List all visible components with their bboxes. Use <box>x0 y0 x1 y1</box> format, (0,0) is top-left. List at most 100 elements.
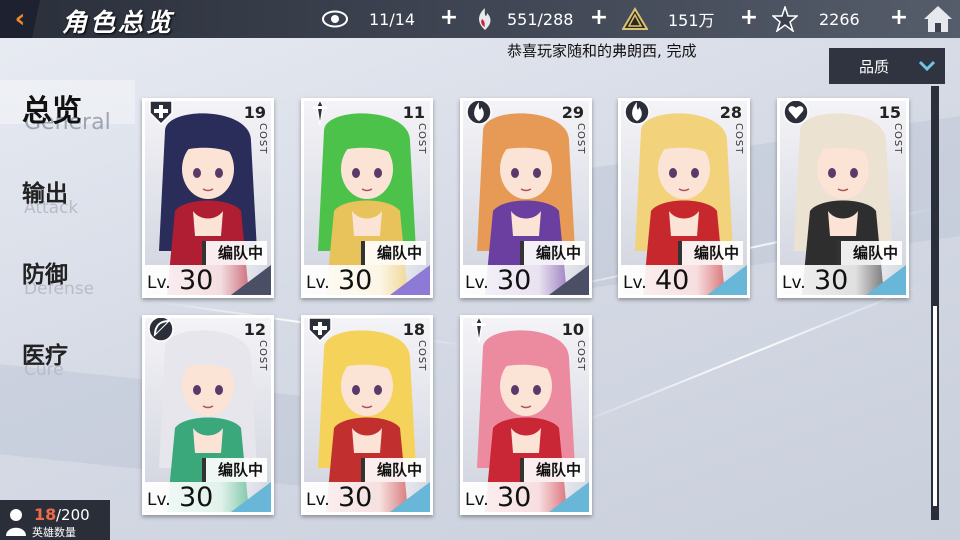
rarity-stripe <box>231 265 271 295</box>
level-bar: Lv. 30 <box>145 482 271 512</box>
hero-count-label: 英雄数量 <box>32 526 76 539</box>
shield-cross-icon <box>147 101 175 126</box>
character-card[interactable]: 12 COST 编队中 Lv. 30 <box>142 315 274 515</box>
top-bar: ‹ 角色总览 11/14 + 551/288 + 151万 + 2266 + <box>0 0 960 38</box>
in-squad-badge: 编队中 <box>836 241 902 265</box>
tab-general-label: 总览 <box>22 94 82 129</box>
cost-value: 11 <box>402 103 425 122</box>
cost-label: COST <box>892 123 903 155</box>
level-value: 30 <box>814 265 849 295</box>
in-squad-badge: 编队中 <box>360 458 426 482</box>
level-value: 40 <box>655 265 690 295</box>
stat-gems-value: 2266 <box>819 9 860 29</box>
tab-attack[interactable]: 输出 Attack <box>22 174 78 218</box>
flame-icon <box>623 101 651 126</box>
eye-icon <box>322 6 348 32</box>
heart-wing-icon <box>782 101 810 126</box>
shield-cross-icon <box>306 318 334 343</box>
chevron-down-icon <box>918 60 936 72</box>
in-squad-badge: 编队中 <box>677 241 743 265</box>
add-vision-button[interactable]: + <box>439 7 459 29</box>
character-card[interactable]: 18 COST 编队中 Lv. 30 <box>301 315 433 515</box>
level-value: 30 <box>179 482 214 512</box>
flame-crystal-icon <box>472 6 498 32</box>
system-notice: 恭喜玩家随和的弗朗西, 完成 <box>507 42 697 60</box>
rarity-stripe <box>390 265 430 295</box>
level-bar: Lv. 30 <box>304 265 430 295</box>
flame-icon <box>465 101 493 126</box>
person-icon <box>6 509 26 536</box>
level-bar: Lv. 30 <box>145 265 271 295</box>
character-card[interactable]: 28 COST 编队中 Lv. 40 <box>618 98 750 298</box>
hero-count-panel: 18 /200 英雄数量 <box>0 500 110 540</box>
in-squad-badge: 编队中 <box>201 458 267 482</box>
cost-label: COST <box>733 123 744 155</box>
hero-count-current: 18 <box>34 505 57 524</box>
stat-vision <box>322 0 348 38</box>
star-shard-icon <box>772 6 798 32</box>
home-icon <box>924 6 952 32</box>
level-label: Lv. <box>306 490 330 510</box>
character-card[interactable]: 15 COST 编队中 Lv. 30 <box>777 98 909 298</box>
character-card[interactable]: 11 COST 编队中 Lv. 30 <box>301 98 433 298</box>
cost-label: COST <box>575 340 586 372</box>
sort-label: 品质 <box>859 57 890 76</box>
level-value: 30 <box>338 482 373 512</box>
scroll-thumb[interactable] <box>933 306 937 506</box>
hero-count-max: /200 <box>56 506 90 524</box>
cost-value: 19 <box>243 103 266 122</box>
cost-value: 28 <box>719 103 742 122</box>
level-label: Lv. <box>465 490 489 510</box>
level-bar: Lv. 30 <box>463 265 589 295</box>
cost-value: 10 <box>561 320 584 339</box>
add-gems-button[interactable]: + <box>889 7 909 29</box>
scrollbar[interactable] <box>931 86 939 520</box>
character-card[interactable]: 10 COST 编队中 Lv. 30 <box>460 315 592 515</box>
level-label: Lv. <box>465 273 489 293</box>
stat-stamina <box>472 0 498 38</box>
tab-defense[interactable]: 防御 Defense <box>22 255 94 299</box>
character-card[interactable]: 29 COST 编队中 Lv. 30 <box>460 98 592 298</box>
stat-gold <box>622 0 648 38</box>
level-label: Lv. <box>306 273 330 293</box>
level-value: 30 <box>179 265 214 295</box>
bow-icon <box>147 318 175 343</box>
level-value: 30 <box>497 482 532 512</box>
cost-value: 18 <box>402 320 425 339</box>
stat-gems <box>772 0 798 38</box>
rarity-stripe <box>390 482 430 512</box>
light-streak <box>559 280 932 432</box>
cost-value: 15 <box>878 103 901 122</box>
level-value: 30 <box>497 265 532 295</box>
in-squad-badge: 编队中 <box>519 458 585 482</box>
level-label: Lv. <box>623 273 647 293</box>
stat-vision-value: 11/14 <box>369 9 416 29</box>
cost-label: COST <box>257 123 268 155</box>
home-button[interactable] <box>922 3 954 35</box>
back-button[interactable]: ‹ <box>0 0 40 38</box>
sword-icon <box>465 318 493 343</box>
level-bar: Lv. 30 <box>463 482 589 512</box>
cost-value: 29 <box>561 103 584 122</box>
rarity-stripe <box>549 265 589 295</box>
tab-attack-label: 输出 <box>22 181 68 207</box>
level-label: Lv. <box>147 273 171 293</box>
sort-dropdown[interactable]: 品质 <box>829 48 945 84</box>
tab-cure[interactable]: 医疗 Cure <box>22 336 68 380</box>
level-bar: Lv. 30 <box>304 482 430 512</box>
character-card[interactable]: 19 COST 编队中 Lv. 30 <box>142 98 274 298</box>
cost-value: 12 <box>243 320 266 339</box>
add-stamina-button[interactable]: + <box>589 7 609 29</box>
rarity-stripe <box>866 265 906 295</box>
back-arrow-icon: ‹ <box>14 4 26 34</box>
stat-stamina-value: 551/288 <box>507 9 574 29</box>
tab-general[interactable]: 总览 General <box>0 80 135 135</box>
in-squad-badge: 编队中 <box>519 241 585 265</box>
cost-label: COST <box>416 123 427 155</box>
level-label: Lv. <box>147 490 171 510</box>
tab-cure-label: 医疗 <box>22 343 68 369</box>
add-gold-button[interactable]: + <box>739 7 759 29</box>
level-bar: Lv. 30 <box>780 265 906 295</box>
rarity-stripe <box>231 482 271 512</box>
level-label: Lv. <box>782 273 806 293</box>
